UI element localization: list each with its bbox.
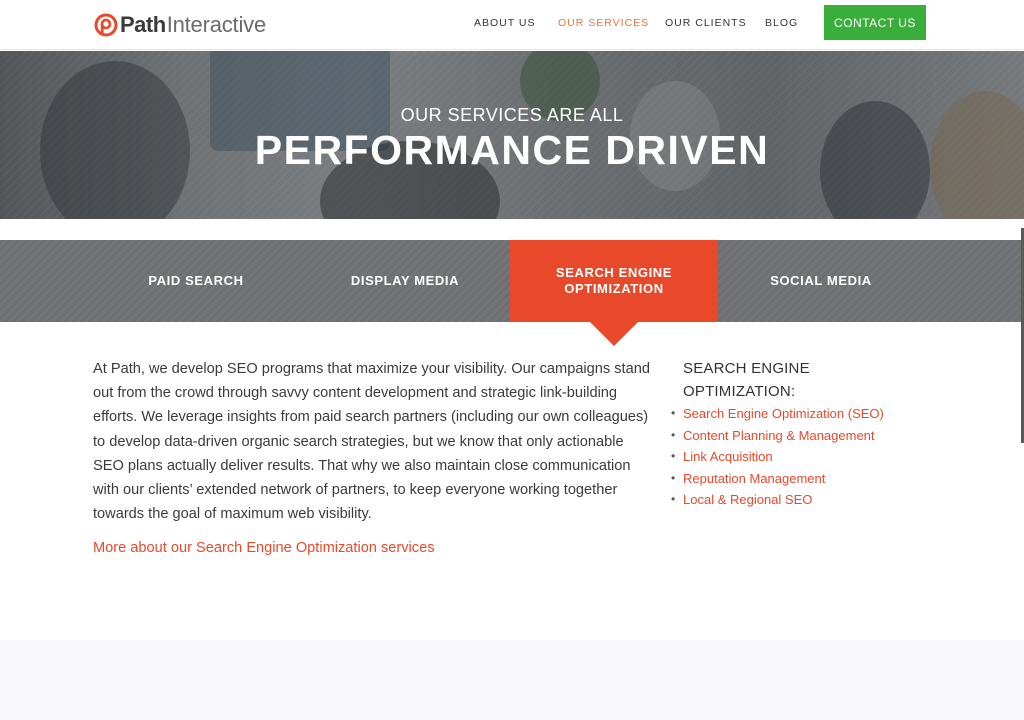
contact-us-button[interactable]: CONTACT US: [824, 5, 926, 40]
logo[interactable]: Path Interactive: [94, 11, 266, 39]
active-tab-arrow: [590, 322, 638, 346]
footer-fade-section: [0, 640, 1024, 720]
seo-description: At Path, we develop SEO programs that ma…: [93, 361, 650, 523]
hero-banner: OUR SERVICES ARE ALL PERFORMANCE DRIVEN: [0, 51, 1024, 219]
more-about-seo-link[interactable]: More about our Search Engine Optimizatio…: [93, 540, 435, 556]
sidebar-heading: SEARCH ENGINE OPTIMIZATION:: [683, 360, 810, 400]
list-item: Local & Regional SEO: [671, 489, 884, 511]
tab-label-line1: SEARCH ENGINE: [555, 265, 673, 280]
sidebar-link-seo[interactable]: Search Engine Optimization (SEO): [683, 406, 884, 421]
sidebar-link-content-planning[interactable]: Content Planning & Management: [683, 428, 875, 443]
tab-label: DISPLAY MEDIA: [350, 273, 460, 288]
sidebar-link-local-regional-seo[interactable]: Local & Regional SEO: [683, 492, 812, 507]
tab-search-engine-optimization[interactable]: SEARCH ENGINE OPTIMIZATION: [510, 240, 718, 322]
tab-paid-search[interactable]: PAID SEARCH: [92, 240, 300, 322]
tab-label: SOCIAL MEDIA: [770, 273, 872, 288]
list-item: Search Engine Optimization (SEO): [671, 403, 884, 425]
seo-services-list: Search Engine Optimization (SEO) Content…: [671, 403, 884, 511]
nav-our-services[interactable]: OUR SERVICES: [558, 17, 649, 29]
path-p-logo-icon: [94, 13, 118, 37]
tab-label-line2: OPTIMIZATION: [564, 281, 664, 296]
sidebar-link-link-acquisition[interactable]: Link Acquisition: [683, 449, 773, 464]
hero-title: PERFORMANCE DRIVEN: [254, 127, 770, 173]
site-header: Path Interactive ABOUT US OUR SERVICES O…: [0, 0, 1024, 50]
logo-word-path: Path: [120, 12, 166, 37]
tab-social-media[interactable]: SOCIAL MEDIA: [718, 240, 924, 322]
list-item: Content Planning & Management: [671, 425, 884, 447]
tab-label: PAID SEARCH: [148, 273, 244, 288]
nav-our-clients[interactable]: OUR CLIENTS: [665, 17, 747, 29]
nav-blog[interactable]: BLOG: [765, 17, 798, 29]
list-item: Link Acquisition: [671, 446, 884, 468]
sidebar-link-reputation-management[interactable]: Reputation Management: [683, 471, 825, 486]
hero-eyebrow: OUR SERVICES ARE ALL: [400, 105, 624, 125]
logo-word-interactive: Interactive: [166, 12, 266, 37]
list-item: Reputation Management: [671, 468, 884, 490]
nav-about-us[interactable]: ABOUT US: [474, 17, 535, 29]
tab-display-media[interactable]: DISPLAY MEDIA: [300, 240, 510, 322]
service-tabs: PAID SEARCH DISPLAY MEDIA SEARCH ENGINE …: [0, 240, 1024, 322]
